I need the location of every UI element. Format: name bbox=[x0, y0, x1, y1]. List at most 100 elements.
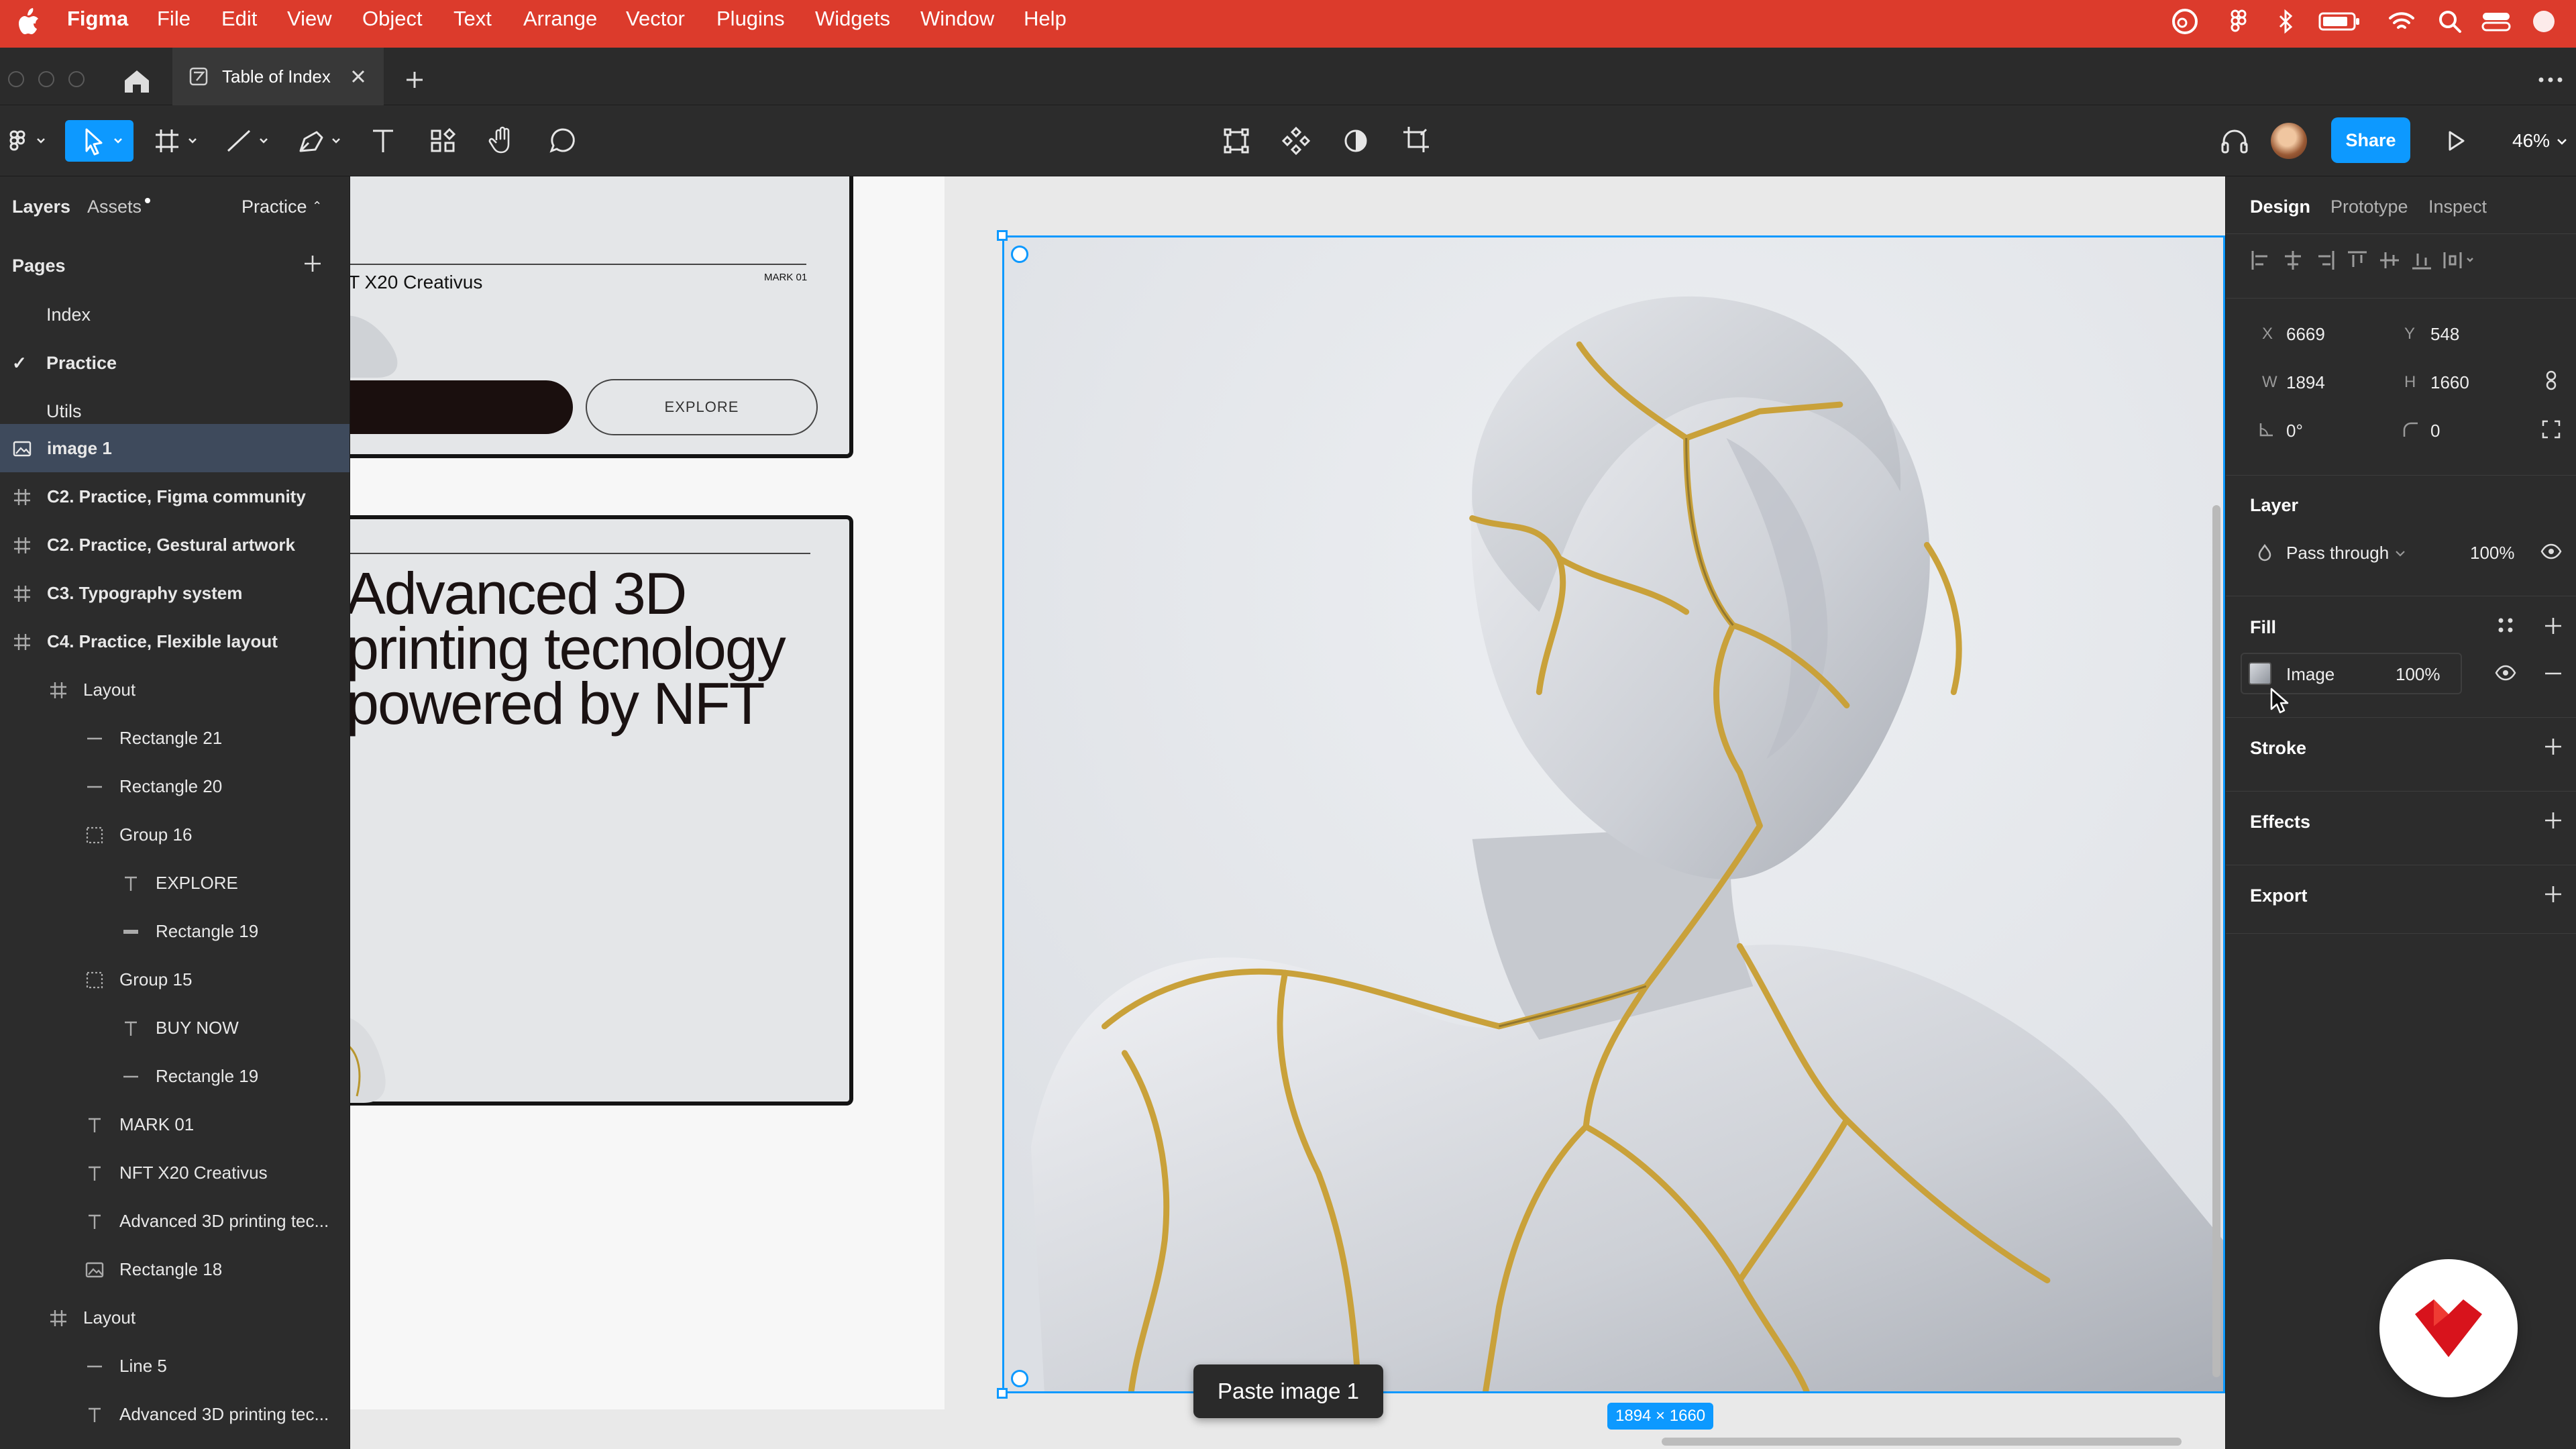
window-zoom-button[interactable] bbox=[68, 71, 85, 87]
layer-row[interactable]: Rectangle 18 bbox=[0, 1245, 350, 1293]
menu-widgets[interactable]: Widgets bbox=[815, 0, 890, 38]
tab-table-of-index[interactable]: Table of Index bbox=[172, 48, 384, 105]
eye-icon[interactable] bbox=[2540, 540, 2563, 563]
siri-icon[interactable] bbox=[2522, 7, 2565, 36]
add-export-plus-icon[interactable] bbox=[2541, 882, 2565, 906]
tab-layers[interactable]: Layers bbox=[12, 197, 70, 217]
menu-view[interactable]: View bbox=[287, 0, 332, 38]
more-icon[interactable] bbox=[2534, 64, 2567, 96]
layer-row[interactable]: Layout bbox=[0, 665, 350, 714]
y-input[interactable]: 548 bbox=[2430, 324, 2459, 345]
edit-object-button[interactable] bbox=[1217, 120, 1256, 162]
canvas[interactable]: FT X20 Creativus MARK 01 EXPLORE Advance… bbox=[350, 176, 2225, 1449]
blend-mode-dropdown[interactable]: Pass through bbox=[2286, 543, 2389, 564]
frame-tool-button[interactable] bbox=[148, 120, 204, 162]
layer-row[interactable]: C2. Practice, Figma community bbox=[0, 472, 350, 521]
fill-opacity-input[interactable]: 100% bbox=[2396, 664, 2440, 685]
rotation-handle[interactable] bbox=[1011, 1370, 1028, 1387]
remove-fill-minus-icon[interactable] bbox=[2541, 661, 2565, 686]
layer-row[interactable]: Advanced 3D printing tec... bbox=[0, 1390, 350, 1438]
menu-file[interactable]: File bbox=[157, 0, 191, 38]
menu-window[interactable]: Window bbox=[920, 0, 994, 38]
window-minimize-button[interactable] bbox=[38, 71, 54, 87]
text-tool-button[interactable] bbox=[364, 120, 402, 162]
vertical-scrollbar[interactable] bbox=[2212, 505, 2220, 1377]
menu-text[interactable]: Text bbox=[453, 0, 492, 38]
home-icon[interactable] bbox=[118, 62, 156, 100]
layer-row[interactable]: C3. Typography system bbox=[0, 569, 350, 617]
add-page-plus-icon[interactable] bbox=[301, 252, 325, 276]
style-grid-icon[interactable] bbox=[2494, 614, 2517, 637]
component-button[interactable] bbox=[1277, 120, 1316, 162]
layer-row[interactable]: EXPLORE bbox=[0, 859, 350, 907]
tab-inspect[interactable]: Inspect bbox=[2428, 197, 2487, 217]
align-right-icon[interactable] bbox=[2312, 247, 2339, 274]
menu-plugins[interactable]: Plugins bbox=[716, 0, 785, 38]
window-close-button[interactable] bbox=[8, 71, 24, 87]
align-top-icon[interactable] bbox=[2344, 247, 2371, 274]
control-center-icon[interactable] bbox=[2479, 7, 2516, 36]
distribute-icon[interactable] bbox=[2440, 247, 2478, 274]
height-input[interactable]: 1660 bbox=[2430, 372, 2469, 393]
tab-design[interactable]: Design bbox=[2250, 197, 2310, 217]
layer-row[interactable]: Group 16 bbox=[0, 810, 350, 859]
eye-icon[interactable] bbox=[2494, 661, 2517, 684]
fill-type-label[interactable]: Image bbox=[2286, 664, 2334, 685]
comment-tool-button[interactable] bbox=[543, 120, 582, 162]
pen-tool-button[interactable] bbox=[291, 120, 347, 162]
plus-icon[interactable] bbox=[400, 65, 429, 95]
zoom-dropdown[interactable]: 46% bbox=[2512, 105, 2550, 176]
layer-row[interactable]: Group 15 bbox=[0, 955, 350, 1004]
audio-button[interactable] bbox=[2216, 120, 2253, 162]
layer-row[interactable]: Layout bbox=[0, 1293, 350, 1342]
rotation-handle[interactable] bbox=[1011, 246, 1028, 263]
width-input[interactable]: 1894 bbox=[2286, 372, 2325, 393]
battery-icon[interactable] bbox=[2318, 7, 2362, 36]
layer-row[interactable]: NFT X20 Creativus bbox=[0, 1148, 350, 1197]
figma-status-icon[interactable] bbox=[2224, 7, 2253, 36]
chevron-down-icon[interactable] bbox=[2556, 136, 2568, 148]
floating-logo-bubble[interactable] bbox=[2379, 1259, 2518, 1397]
page-switcher[interactable]: Practice ⌃ bbox=[241, 197, 322, 217]
bluetooth-icon[interactable] bbox=[2271, 7, 2300, 36]
menu-vector[interactable]: Vector bbox=[626, 0, 685, 38]
avatar[interactable] bbox=[2271, 123, 2307, 159]
menu-app-name[interactable]: Figma bbox=[67, 0, 128, 38]
chevron-down-icon[interactable] bbox=[2394, 547, 2407, 560]
add-effect-plus-icon[interactable] bbox=[2541, 808, 2565, 833]
layer-row[interactable]: MARK 01 bbox=[0, 1100, 350, 1148]
layer-row[interactable]: Rectangle 20 bbox=[0, 762, 350, 810]
layer-row[interactable]: C4. Practice, Flexible layout bbox=[0, 617, 350, 665]
menu-object[interactable]: Object bbox=[362, 0, 423, 38]
wifi-icon[interactable] bbox=[2387, 7, 2416, 36]
page-item-practice[interactable]: ✓ Practice bbox=[0, 339, 350, 386]
line-tool-button[interactable] bbox=[219, 120, 275, 162]
layer-row[interactable]: C2. Practice, Gestural artwork bbox=[0, 521, 350, 569]
buy-now-button[interactable] bbox=[350, 380, 573, 434]
spotlight-search-icon[interactable] bbox=[2435, 7, 2465, 36]
constrain-proportions-icon[interactable] bbox=[2540, 369, 2563, 392]
independent-corners-icon[interactable] bbox=[2540, 418, 2563, 441]
add-stroke-plus-icon[interactable] bbox=[2541, 735, 2565, 759]
layer-row[interactable]: BUY NOW bbox=[0, 1004, 350, 1052]
move-tool-button[interactable] bbox=[65, 120, 133, 162]
present-button[interactable] bbox=[2436, 120, 2474, 162]
nft-card-bottom[interactable]: Advanced 3D printing tecnology powered b… bbox=[350, 515, 853, 1106]
resources-tool-button[interactable] bbox=[424, 120, 463, 162]
rotation-input[interactable]: 0° bbox=[2286, 421, 2303, 441]
layer-row[interactable]: Rectangle 21 bbox=[0, 714, 350, 762]
explore-button[interactable]: EXPLORE bbox=[586, 379, 818, 435]
share-button[interactable]: Share bbox=[2331, 117, 2410, 163]
align-horizontal-center-icon[interactable] bbox=[2279, 247, 2306, 274]
selected-image[interactable] bbox=[1002, 235, 2225, 1393]
menu-help[interactable]: Help bbox=[1024, 0, 1067, 38]
nft-card-top[interactable]: FT X20 Creativus MARK 01 EXPLORE bbox=[350, 176, 853, 458]
menu-arrange[interactable]: Arrange bbox=[523, 0, 597, 38]
image-fill-swatch[interactable] bbox=[2249, 662, 2271, 685]
corner-radius-input[interactable]: 0 bbox=[2430, 421, 2440, 441]
apple-logo-icon[interactable] bbox=[16, 8, 40, 38]
close-icon[interactable] bbox=[348, 66, 368, 87]
layer-row[interactable]: Rectangle 19 bbox=[0, 1052, 350, 1100]
page-item-index[interactable]: Index bbox=[0, 291, 350, 338]
layer-opacity-input[interactable]: 100% bbox=[2470, 543, 2515, 564]
